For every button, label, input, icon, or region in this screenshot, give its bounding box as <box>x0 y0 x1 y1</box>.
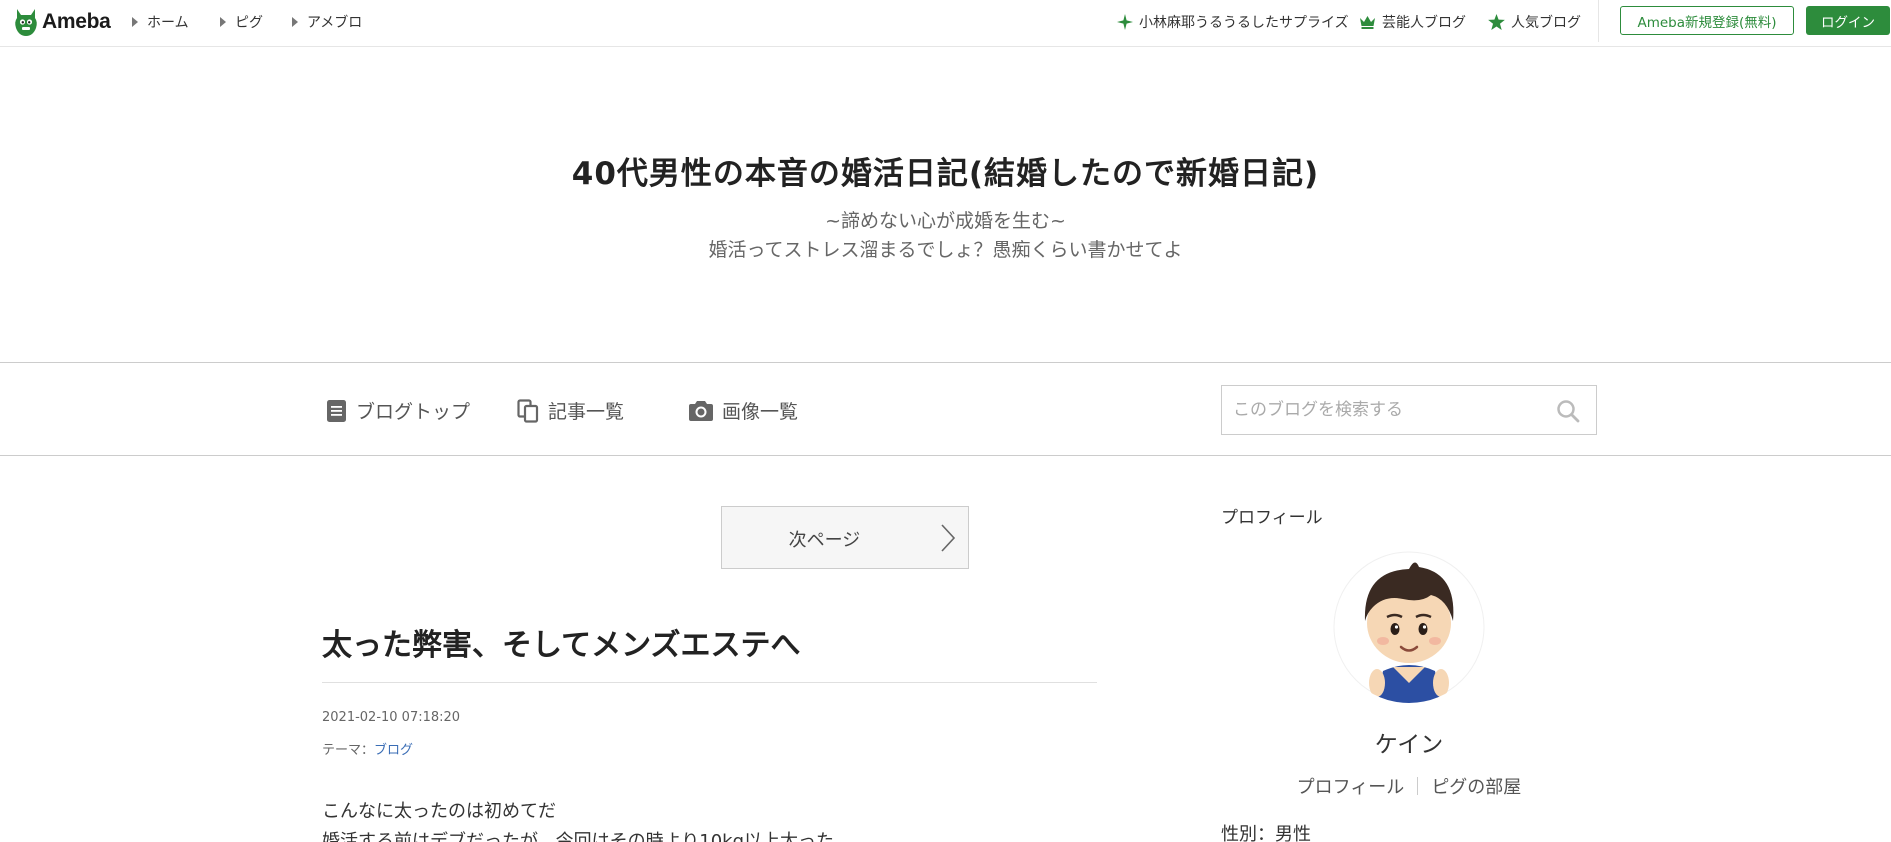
celebrity-blog-link[interactable]: 芸能人ブログ <box>1359 12 1466 32</box>
avatar[interactable] <box>1333 551 1485 703</box>
profile-links: プロフィール ピグの部屋 <box>1221 773 1597 799</box>
ameba-mascot-icon <box>15 9 37 36</box>
blog-title[interactable]: 40代男性の本音の婚活日記(結婚したので新婚日記) <box>0 148 1891 193</box>
divider <box>1417 777 1419 795</box>
popular-blog-link[interactable]: 人気ブログ <box>1488 12 1581 32</box>
post-body-line: こんなに太ったのは初めてだ <box>322 801 556 822</box>
camera-icon <box>689 401 713 421</box>
nav-home[interactable]: ホーム <box>132 12 189 32</box>
post-theme-link[interactable]: ブログ <box>374 743 413 758</box>
article-list-label: 記事一覧 <box>548 401 625 423</box>
nav-ameblo-label: アメブロ <box>307 15 363 31</box>
logo-text: Ameba <box>42 10 111 33</box>
post-date: 2021-02-10 07:18:20 <box>322 710 461 725</box>
nav-pigg-label: ピグ <box>235 15 263 31</box>
next-page-label: 次ページ <box>788 530 861 551</box>
blog-top-link[interactable]: ブログトップ <box>326 397 470 424</box>
search-input[interactable] <box>1222 386 1542 434</box>
chevron-right-icon <box>941 524 956 552</box>
profile-name[interactable]: ケイン <box>1221 725 1597 759</box>
blog-search <box>1221 385 1597 435</box>
profile-link[interactable]: プロフィール <box>1297 773 1405 799</box>
post-body: こんなに太ったのは初めてだ 婚活する前はデブだったが、今回はその時より10kg以… <box>322 797 1122 842</box>
global-header: Ameba ホーム ピグ アメブロ 小林麻耶うるうるしたサプライズ 芸能人ブログ… <box>0 0 1891 47</box>
profile-gender: 性別：男性 <box>1221 824 1311 842</box>
triangle-right-icon <box>132 17 138 27</box>
register-button[interactable]: Ameba新規登録(無料) <box>1620 6 1794 35</box>
profile-avatar-icon <box>1333 551 1485 703</box>
blog-top-label: ブログトップ <box>356 401 471 423</box>
pigg-room-link[interactable]: ピグの部屋 <box>1431 773 1521 799</box>
blog-description-line: ~諦めない心が成婚を生む~ <box>825 210 1066 232</box>
nav-pigg[interactable]: ピグ <box>220 12 263 32</box>
nav-home-label: ホーム <box>147 15 189 31</box>
topic-link-label: 小林麻耶うるうるしたサプライズ <box>1139 15 1349 31</box>
celebrity-blog-label: 芸能人ブログ <box>1382 15 1466 31</box>
star-icon <box>1488 14 1505 30</box>
post-theme: テーマ：ブログ <box>322 739 413 758</box>
ameba-logo[interactable]: Ameba <box>13 6 111 38</box>
triangle-right-icon <box>220 17 226 27</box>
image-list-link[interactable]: 画像一覧 <box>689 397 798 424</box>
triangle-right-icon <box>292 17 298 27</box>
post-body-line: 婚活する前はデブだったが、今回はその時より10kg以上太った <box>322 831 835 842</box>
article-list-link[interactable]: 記事一覧 <box>517 397 624 424</box>
next-page-button[interactable]: 次ページ <box>721 506 969 569</box>
post-theme-prefix: テーマ： <box>322 743 375 758</box>
blog-nav: ブログトップ 記事一覧 画像一覧 <box>0 362 1891 456</box>
crown-icon <box>1360 15 1375 29</box>
copy-icon <box>517 398 539 423</box>
popular-blog-label: 人気ブログ <box>1511 15 1581 31</box>
document-icon <box>327 399 346 422</box>
post-title[interactable]: 太った弊害、そしてメンズエステへ <box>322 620 801 664</box>
search-icon[interactable] <box>1556 399 1580 423</box>
login-button[interactable]: ログイン <box>1806 6 1890 35</box>
blog-description-line: 婚活ってストレス溜まるでしょ？愚痴くらい書かせてよ <box>708 239 1183 261</box>
nav-ameblo[interactable]: アメブロ <box>292 12 362 32</box>
sparkle-icon <box>1117 14 1133 30</box>
blog-description: ~諦めない心が成婚を生む~ 婚活ってストレス溜まるでしょ？愚痴くらい書かせてよ <box>0 207 1891 265</box>
divider <box>322 682 1097 683</box>
divider <box>1598 0 1599 42</box>
sidebar-heading: プロフィール <box>1221 508 1323 528</box>
topic-link[interactable]: 小林麻耶うるうるしたサプライズ <box>1117 12 1349 32</box>
image-list-label: 画像一覧 <box>722 401 799 423</box>
